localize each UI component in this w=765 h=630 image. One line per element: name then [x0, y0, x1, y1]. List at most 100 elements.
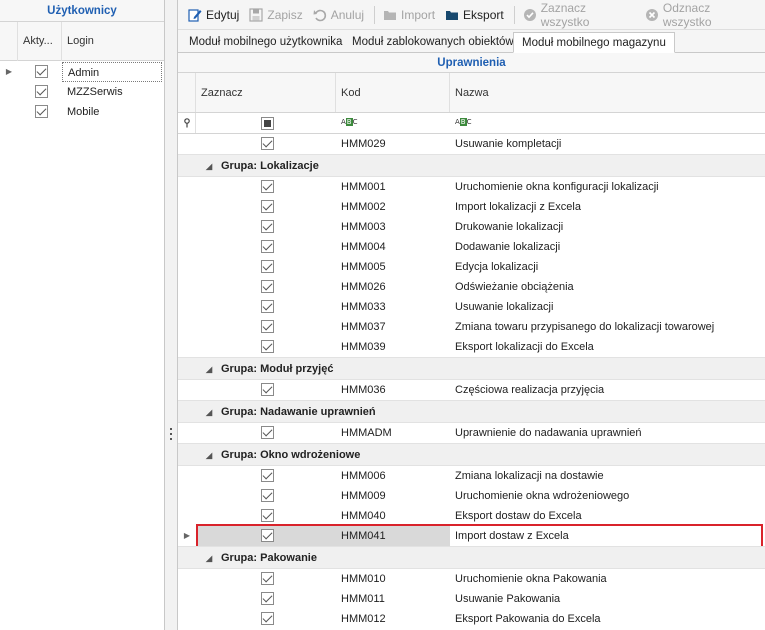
- user-row[interactable]: ▶ Admin: [0, 62, 164, 82]
- select-filter-cell[interactable]: [196, 113, 336, 133]
- select-cell[interactable]: [196, 466, 336, 486]
- code-filter-cell[interactable]: ABC: [336, 113, 450, 133]
- deselect-all-button[interactable]: Odznacz wszystko: [641, 1, 763, 29]
- group-row[interactable]: ◢ Grupa: Okno wdrożeniowe: [178, 443, 765, 466]
- user-row[interactable]: Mobile: [0, 102, 164, 122]
- select-cell[interactable]: [196, 589, 336, 609]
- permission-row[interactable]: HMMADM Uprawnienie do nadawania uprawnień: [178, 423, 765, 443]
- export-button[interactable]: Eksport: [441, 4, 508, 26]
- permission-row[interactable]: HMM005 Edycja lokalizacji: [178, 257, 765, 277]
- permission-row[interactable]: HMM029 Usuwanie kompletacji: [178, 134, 765, 154]
- permission-row[interactable]: HMM033 Usuwanie lokalizacji: [178, 297, 765, 317]
- permission-checkbox[interactable]: [261, 280, 274, 293]
- permission-row[interactable]: HMM012 Eksport Pakowania do Excela: [178, 609, 765, 629]
- permission-row[interactable]: HMM003 Drukowanie lokalizacji: [178, 217, 765, 237]
- permission-row[interactable]: HMM006 Zmiana lokalizacji na dostawie: [178, 466, 765, 486]
- permission-row[interactable]: HMM026 Odświeżanie obciążenia: [178, 277, 765, 297]
- edit-button[interactable]: Edytuj: [184, 4, 243, 26]
- permission-checkbox[interactable]: [261, 509, 274, 522]
- permission-checkbox[interactable]: [261, 137, 274, 150]
- permission-name: Uruchomienie okna wdrożeniowego: [455, 490, 630, 502]
- collapse-triangle-icon[interactable]: ◢: [206, 444, 212, 467]
- permission-row[interactable]: HMM001 Uruchomienie okna konfiguracji lok…: [178, 177, 765, 197]
- select-cell[interactable]: [196, 257, 336, 277]
- panel-splitter[interactable]: [165, 0, 178, 630]
- permission-checkbox[interactable]: [261, 489, 274, 502]
- permission-checkbox[interactable]: [261, 612, 274, 625]
- permission-row[interactable]: HMM004 Dodawanie lokalizacji: [178, 237, 765, 257]
- column-header-name[interactable]: Nazwa: [450, 73, 765, 112]
- select-cell[interactable]: [196, 217, 336, 237]
- select-cell[interactable]: [196, 609, 336, 629]
- permission-row[interactable]: ▶ HMM041 Import dostaw z Excela: [178, 524, 765, 548]
- permission-row[interactable]: HMM002 Import lokalizacji z Excela: [178, 197, 765, 217]
- tab-mobile-user-module[interactable]: Moduł mobilnego użytkownika: [181, 32, 350, 53]
- select-cell[interactable]: [196, 177, 336, 197]
- import-button[interactable]: Import: [379, 4, 439, 26]
- select-cell[interactable]: [196, 486, 336, 506]
- cancel-button[interactable]: Anuluj: [309, 4, 368, 26]
- permission-checkbox[interactable]: [261, 260, 274, 273]
- select-cell[interactable]: [196, 237, 336, 257]
- user-login[interactable]: MZZSerwis: [62, 82, 162, 102]
- user-active-checkbox[interactable]: [35, 65, 48, 78]
- permission-row[interactable]: HMM039 Eksport lokalizacji do Excela: [178, 337, 765, 357]
- permission-checkbox[interactable]: [261, 320, 274, 333]
- select-cell[interactable]: [196, 337, 336, 357]
- collapse-triangle-icon[interactable]: ◢: [206, 401, 212, 424]
- group-row[interactable]: ◢ Grupa: Moduł przyjęć: [178, 357, 765, 380]
- select-all-button[interactable]: Zaznacz wszystko: [519, 1, 639, 29]
- column-header-login[interactable]: Login: [62, 22, 164, 61]
- name-filter-cell[interactable]: ABC: [450, 113, 765, 133]
- permission-row[interactable]: HMM036 Częściowa realizacja przyjęcia: [178, 380, 765, 400]
- permission-row[interactable]: HMM011 Usuwanie Pakowania: [178, 589, 765, 609]
- user-active-checkbox[interactable]: [35, 85, 48, 98]
- select-cell[interactable]: [196, 380, 336, 400]
- permission-checkbox[interactable]: [261, 529, 274, 542]
- permission-checkbox[interactable]: [261, 220, 274, 233]
- select-cell[interactable]: [196, 506, 336, 526]
- user-login[interactable]: Admin: [62, 62, 162, 82]
- select-cell[interactable]: [196, 134, 336, 154]
- permission-checkbox[interactable]: [261, 240, 274, 253]
- select-cell[interactable]: [196, 569, 336, 589]
- column-header-select[interactable]: Zaznacz: [196, 73, 336, 112]
- select-cell[interactable]: [196, 526, 336, 546]
- save-button[interactable]: Zapisz: [245, 4, 306, 26]
- splitter-grip-icon[interactable]: [170, 428, 173, 442]
- permission-checkbox[interactable]: [261, 300, 274, 313]
- permission-checkbox[interactable]: [261, 426, 274, 439]
- permission-row[interactable]: HMM009 Uruchomienie okna wdrożeniowego: [178, 486, 765, 506]
- user-login[interactable]: Mobile: [62, 102, 162, 122]
- column-header-code[interactable]: Kod: [336, 73, 450, 112]
- column-header-active[interactable]: Akty...: [18, 22, 62, 61]
- permission-row[interactable]: HMM010 Uruchomienie okna Pakowania: [178, 569, 765, 589]
- collapse-triangle-icon[interactable]: ◢: [206, 155, 212, 178]
- select-cell[interactable]: [196, 197, 336, 217]
- permission-row[interactable]: HMM037 Zmiana towaru przypisanego do loka…: [178, 317, 765, 337]
- pin-icon[interactable]: [178, 113, 196, 133]
- tab-blocked-objects-module[interactable]: Moduł zablokowanych obiektów: [344, 32, 522, 53]
- collapse-triangle-icon[interactable]: ◢: [206, 358, 212, 381]
- user-row[interactable]: MZZSerwis: [0, 82, 164, 102]
- select-cell[interactable]: [196, 423, 336, 443]
- permission-checkbox[interactable]: [261, 383, 274, 396]
- select-filter-checkbox[interactable]: [261, 117, 274, 130]
- permission-checkbox[interactable]: [261, 592, 274, 605]
- user-active-checkbox[interactable]: [35, 105, 48, 118]
- group-label: Grupa: Moduł przyjęć: [221, 363, 334, 375]
- permission-checkbox[interactable]: [261, 572, 274, 585]
- select-cell[interactable]: [196, 297, 336, 317]
- permission-checkbox[interactable]: [261, 180, 274, 193]
- group-row[interactable]: ◢ Grupa: Lokalizacje: [178, 154, 765, 177]
- permission-checkbox[interactable]: [261, 200, 274, 213]
- permission-checkbox[interactable]: [261, 340, 274, 353]
- group-row[interactable]: ◢ Grupa: Nadawanie uprawnień: [178, 400, 765, 423]
- select-cell[interactable]: [196, 277, 336, 297]
- permission-row[interactable]: HMM040 Eksport dostaw do Excela: [178, 506, 765, 526]
- collapse-triangle-icon[interactable]: ◢: [206, 547, 212, 570]
- permission-checkbox[interactable]: [261, 469, 274, 482]
- select-cell[interactable]: [196, 317, 336, 337]
- tab-mobile-warehouse-module[interactable]: Moduł mobilnego magazynu: [513, 32, 675, 53]
- group-row[interactable]: ◢ Grupa: Pakowanie: [178, 546, 765, 569]
